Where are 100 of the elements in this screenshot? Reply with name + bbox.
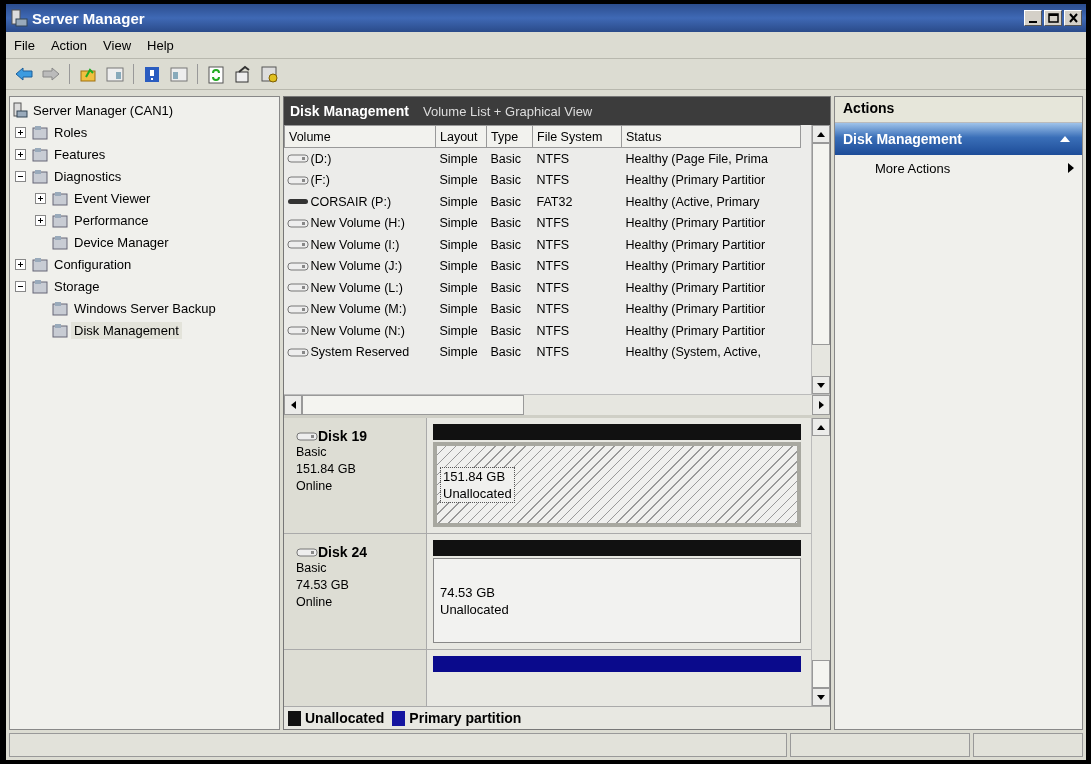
scroll-left-arrow-icon[interactable] [290,401,296,409]
scroll-down-arrow-icon[interactable] [817,694,825,700]
table-cell-text: Healthy (Primary Partitior [624,258,767,276]
horizontal-scrollbar[interactable] [284,394,830,415]
scroll-down-arrow-icon[interactable] [817,382,825,388]
expand-icon[interactable] [15,126,26,138]
disk-info: Basic [296,444,328,461]
table-cell: New Volume (J:) [310,259,403,274]
table-cell-text: Simple [438,258,479,276]
tree-item[interactable]: Storage [51,277,103,295]
table-cell-text: Healthy (Primary Partitior [624,215,767,233]
vertical-scrollbar[interactable] [811,418,830,706]
table-cell-text: NTFS [535,322,571,340]
table-cell-text: Basic [489,301,523,319]
folder-icon [51,299,69,317]
pane-subtitle: Volume List + Graphical View [423,103,593,119]
table-cell: New Volume (N:) [310,323,405,338]
menu-item[interactable]: Action [50,37,88,53]
table-cell: NTFS [532,147,622,170]
tree-item[interactable]: Roles [51,123,91,141]
refresh-icon[interactable] [206,64,226,84]
back-arrow-icon[interactable] [14,64,34,84]
column-header[interactable]: Status [621,125,801,148]
collapse-icon[interactable] [15,170,26,182]
legend-label: Primary partition [409,710,522,726]
expand-icon[interactable] [35,192,46,204]
disk-info: Online [296,478,334,495]
server-icon [12,102,28,118]
expand-icon[interactable] [15,148,26,160]
folder-icon [31,145,49,163]
tree-item[interactable]: Disk Management [71,321,182,339]
table-cell-text: NTFS [535,258,571,276]
table-cell-text: NTFS [535,344,571,362]
collapse-icon [1060,136,1070,142]
scroll-thumb[interactable] [812,143,830,345]
maximize-icon [1046,12,1060,24]
maximize-button[interactable] [1044,10,1062,26]
folder-icon [51,211,69,229]
help-book-icon[interactable] [142,64,162,84]
close-icon [1066,12,1080,24]
actions-header: Actions [835,97,1082,123]
folder-icon [31,255,49,273]
table-cell: System Reserved [310,345,410,360]
scroll-right-arrow-icon[interactable] [818,401,824,409]
table-cell: (F:) [310,173,330,188]
column-header[interactable]: Type [486,125,533,148]
tree-item[interactable]: Device Manager [71,233,172,251]
table-cell-text: Healthy (Primary Partitior [624,322,767,340]
tree-item[interactable]: Windows Server Backup [71,299,219,317]
table-cell-text: Healthy (Primary Partitior [624,301,767,319]
table-cell: New Volume (L:) [310,280,403,295]
close-button[interactable] [1064,10,1082,26]
settings-icon[interactable] [260,64,280,84]
table-cell-text: Healthy (System, Active, [624,344,762,362]
menu-item[interactable]: View [103,37,132,53]
table-cell: CORSAIR (P:) [310,194,392,209]
column-header[interactable]: File System [532,125,622,148]
scroll-up-arrow-icon[interactable] [817,131,825,137]
scroll-thumb[interactable] [812,660,830,688]
vertical-scrollbar[interactable] [811,125,830,394]
tree-item[interactable]: Configuration [51,255,135,273]
scroll-thumb[interactable] [302,395,524,415]
table-cell-text: Basic [489,172,523,190]
table-cell-text: Healthy (Primary Partitior [624,236,767,254]
table-cell-text: NTFS [535,215,571,233]
table-cell-text: NTFS [535,172,571,190]
folder-icon [51,189,69,207]
collapse-icon[interactable] [15,280,26,292]
table-cell-text: Basic [489,344,523,362]
partition-label: 151.84 GB Unallocated [441,467,514,502]
partition-area[interactable]: 74.53 GB Unallocated [433,558,801,643]
action-item[interactable]: More Actions [835,155,1082,181]
table-cell: New Volume (M:) [310,302,407,317]
menu-item[interactable]: File [14,37,35,53]
table-cell-text: Healthy (Active, Primary [624,193,761,211]
expand-icon[interactable] [35,214,46,226]
scroll-up-arrow-icon[interactable] [817,424,825,430]
table-cell-text: NTFS [535,279,571,297]
table-cell-text: Basic [489,279,523,297]
drive-icon [296,546,318,558]
table-cell-text: Basic [489,193,523,211]
folder-icon [31,277,49,295]
actions-section-header[interactable]: Disk Management [835,123,1082,155]
tree-item[interactable]: Diagnostics [51,167,125,185]
expand-icon[interactable] [15,258,26,270]
tree-item[interactable]: Event Viewer [71,189,154,207]
disk-info: Basic [296,560,328,577]
tree-item[interactable]: Features [51,145,109,163]
table-cell-text: Simple [438,279,479,297]
minimize-button[interactable] [1024,10,1042,26]
tree-item[interactable]: Server Manager (CAN1) [30,101,177,119]
submenu-arrow-icon [1068,163,1074,173]
table-cell-text: Simple [438,172,479,190]
tree-item[interactable]: Performance [71,211,152,229]
legend-label: Unallocated [305,710,385,726]
partition-area[interactable]: 151.84 GB Unallocated [433,442,801,527]
column-header[interactable]: Volume [284,125,436,148]
column-header[interactable]: Layout [435,125,487,148]
menu-item[interactable]: Help [147,37,174,53]
table-cell-text: Healthy (Primary Partitior [624,279,767,297]
